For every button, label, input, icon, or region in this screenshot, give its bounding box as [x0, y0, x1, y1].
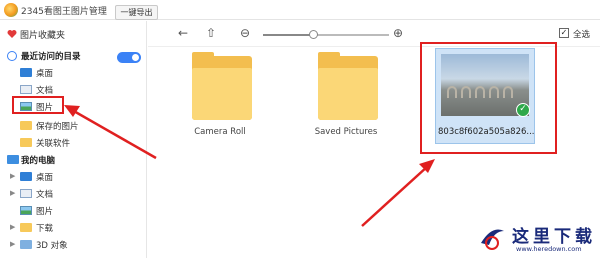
- sidebar-item-pictures[interactable]: 图片: [0, 203, 147, 218]
- computer-section-label: 我的电脑: [21, 156, 56, 166]
- sidebar-item-label: 保存的图片: [36, 122, 79, 132]
- chevron-right-icon[interactable]: ▶: [10, 240, 15, 248]
- sidebar-item-label: 文档: [36, 86, 54, 96]
- recent-toggle[interactable]: [117, 52, 141, 63]
- favorites-label: 图片收藏夹: [20, 31, 66, 41]
- desktop-icon: [20, 68, 32, 77]
- zoom-in-icon[interactable]: ⊕: [393, 27, 403, 39]
- sidebar-item-label: 下载: [36, 224, 54, 234]
- select-all-checkbox[interactable]: ✓: [559, 28, 569, 38]
- zoom-slider[interactable]: [263, 30, 389, 39]
- up-folder-icon[interactable]: ⇧: [206, 27, 216, 39]
- chevron-right-icon[interactable]: ▶: [10, 189, 15, 197]
- sidebar-item-desktop[interactable]: ▶ 桌面: [0, 169, 147, 184]
- folder-tile-saved-pictures[interactable]: Saved Pictures: [294, 48, 398, 158]
- sidebar-item-label: 3D 对象: [36, 241, 68, 251]
- sidebar-item-recent-documents[interactable]: 文档: [0, 82, 147, 97]
- title-bar: 2345看图王图片管理: [0, 0, 600, 20]
- watermark: 这里下载 www.heredown.com: [470, 213, 600, 258]
- sidebar-item-label: 关联软件: [36, 139, 71, 149]
- app-logo-icon: [4, 3, 18, 17]
- folder-icon: [192, 52, 252, 120]
- folder-label: Camera Roll: [194, 127, 246, 137]
- computer-icon: [7, 155, 19, 164]
- sidebar-item-label: 桌面: [36, 69, 54, 79]
- sidebar-item-recent-saved-pictures[interactable]: 保存的图片: [0, 118, 147, 133]
- folder-icon: [20, 138, 32, 147]
- chevron-right-icon[interactable]: ▶: [10, 172, 15, 180]
- chevron-right-icon[interactable]: ▶: [10, 223, 15, 231]
- sidebar: 图片收藏夹 最近访问的目录 桌面 文档 图片 保存的图片 关联软件 我的电脑 ▶…: [0, 21, 147, 258]
- recent-section-label: 最近访问的目录: [21, 52, 81, 62]
- folder-icon: [20, 121, 32, 130]
- annotation-arrow-image: [361, 159, 435, 227]
- desktop-icon: [20, 172, 32, 181]
- picture-icon: [20, 206, 32, 215]
- sidebar-item-recent-desktop[interactable]: 桌面: [0, 65, 147, 80]
- clock-icon: [7, 51, 17, 61]
- favorites-row[interactable]: 图片收藏夹: [0, 21, 147, 45]
- sidebar-item-recent-linked-software[interactable]: 关联软件: [0, 135, 147, 150]
- select-all-label: 全选: [573, 30, 591, 40]
- document-icon: [20, 85, 32, 94]
- sidebar-item-label: 图片: [36, 207, 54, 217]
- annotation-highlight-image: [420, 42, 557, 154]
- zoom-slider-thumb[interactable]: [309, 30, 319, 39]
- zoom-slider-fill: [263, 34, 314, 36]
- sidebar-item-label: 桌面: [36, 173, 54, 183]
- heart-icon: [7, 30, 17, 38]
- watermark-title: 这里下载: [512, 227, 596, 247]
- one-click-export-button[interactable]: 一键导出: [115, 5, 158, 20]
- sidebar-item-documents[interactable]: ▶ 文档: [0, 186, 147, 201]
- sidebar-item-downloads[interactable]: ▶ 下载: [0, 220, 147, 235]
- document-icon: [20, 189, 32, 198]
- sidebar-item-3d-objects[interactable]: ▶ 3D 对象: [0, 237, 147, 252]
- watermark-logo-icon: [481, 229, 504, 250]
- folder-icon: [318, 52, 378, 120]
- folder-label: Saved Pictures: [314, 127, 378, 137]
- watermark-url: www.heredown.com: [516, 245, 582, 253]
- 3d-objects-icon: [20, 240, 32, 249]
- recent-section-header[interactable]: 最近访问的目录: [0, 48, 147, 63]
- computer-section-header[interactable]: 我的电脑: [0, 152, 147, 167]
- zoom-out-icon[interactable]: ⊖: [240, 27, 250, 39]
- folder-tile-camera-roll[interactable]: Camera Roll: [168, 48, 272, 158]
- sidebar-item-label: 文档: [36, 190, 54, 200]
- annotation-highlight-sidebar-pictures: [12, 96, 64, 114]
- app-title: 2345看图王图片管理: [21, 7, 107, 17]
- download-folder-icon: [20, 223, 32, 232]
- back-arrow-icon[interactable]: ←: [178, 27, 188, 39]
